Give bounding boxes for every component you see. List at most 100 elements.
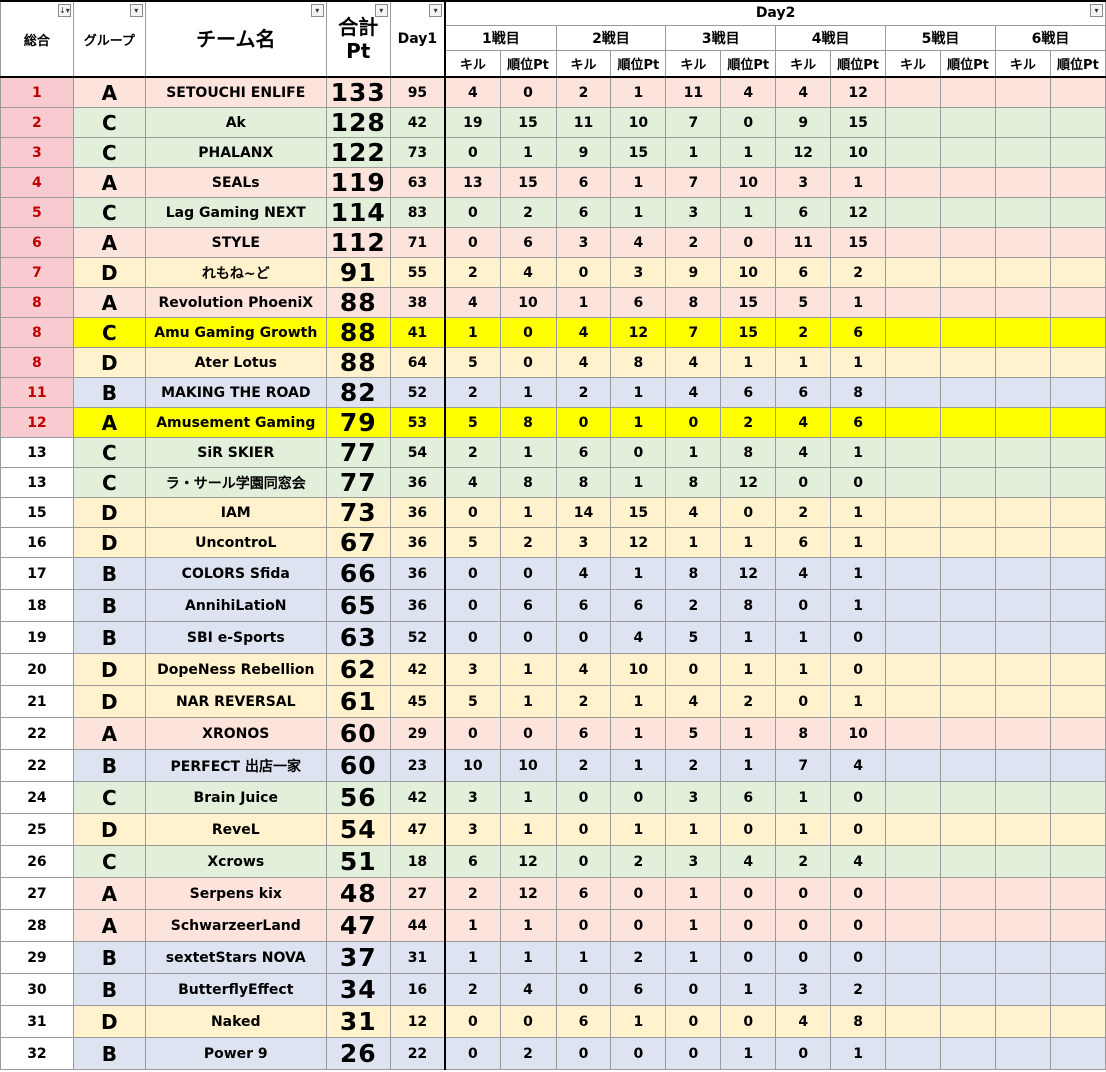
table-row: 16 D UncontroL 67 36 5 2 3 12 1 1 6 1	[0, 527, 1106, 558]
place-pt-cell	[1049, 527, 1106, 558]
kill-cell: 12	[775, 137, 832, 168]
kill-cell: 0	[444, 197, 501, 228]
kill-cell: 0	[775, 877, 832, 910]
table-row: 30 B ButterflyEffect 34 16 2 4 0 6 0 1 3 2	[0, 973, 1106, 1006]
place-pt-cell	[940, 1037, 996, 1070]
table-row: 6 A STYLE 112 71 0 6 3 4 2 0 11 15	[0, 227, 1106, 258]
total-pt-cell: 114	[325, 197, 391, 228]
place-pt-cell: 1	[499, 437, 557, 468]
total-pt-cell: 56	[325, 781, 391, 814]
team-name-cell: Revolution PhoeniX	[144, 287, 327, 318]
place-pt-cell: 12	[499, 845, 557, 878]
team-name-cell: Amu Gaming Growth	[144, 317, 327, 348]
kill-cell	[994, 347, 1051, 378]
place-pt-cell	[1049, 813, 1106, 846]
place-pt-cell: 0	[720, 877, 777, 910]
header-day2[interactable]: Day2 ▾	[444, 0, 1106, 26]
place-pt-cell	[1049, 347, 1106, 378]
header-rank[interactable]: 総合 ↓▾	[0, 0, 74, 78]
kill-cell	[994, 497, 1051, 528]
team-name-cell: XRONOS	[144, 717, 327, 750]
header-group[interactable]: グループ ▾	[72, 0, 146, 78]
kill-cell: 19	[444, 107, 501, 138]
header-battle-4: 4戦目	[775, 24, 887, 51]
header-day1[interactable]: Day1 ▾	[389, 0, 447, 78]
kill-cell: 6	[775, 377, 832, 408]
filter-dropdown-icon[interactable]: ▾	[129, 4, 143, 17]
kill-cell: 7	[665, 317, 722, 348]
filter-dropdown-icon[interactable]: ▾	[429, 4, 443, 17]
total-pt-cell: 119	[325, 167, 391, 198]
table-row: 28 A SchwarzeerLand 47 44 1 1 0 0 1 0 0 0	[0, 909, 1106, 942]
place-pt-cell: 1	[720, 527, 777, 558]
day1-pt-cell: 41	[389, 317, 447, 348]
sort-filter-icon[interactable]: ↓▾	[57, 4, 71, 17]
table-row: 8 D Ater Lotus 88 64 5 0 4 8 4 1 1 1	[0, 347, 1106, 378]
team-name-cell: Amusement Gaming	[144, 407, 327, 438]
place-pt-cell: 0	[830, 813, 887, 846]
kill-cell: 2	[775, 497, 832, 528]
kill-cell: 11	[665, 76, 722, 108]
kill-cell: 6	[555, 877, 612, 910]
kill-cell	[994, 877, 1051, 910]
kill-cell: 0	[775, 909, 832, 942]
filter-dropdown-icon[interactable]: ▾	[374, 4, 388, 17]
kill-cell	[885, 845, 941, 878]
kill-cell: 4	[775, 407, 832, 438]
kill-cell: 0	[555, 257, 612, 288]
kill-cell: 1	[775, 653, 832, 686]
kill-cell	[885, 227, 941, 258]
filter-dropdown-icon[interactable]: ▾	[310, 4, 324, 17]
place-pt-cell: 8	[499, 407, 557, 438]
header-total-pt[interactable]: 合計 Pt ▾	[325, 0, 391, 78]
table-row: 3 C PHALANX 122 73 0 1 9 15 1 1 12 10	[0, 137, 1106, 168]
kill-cell: 0	[665, 1037, 722, 1070]
place-pt-cell: 1	[499, 941, 557, 974]
kill-cell: 4	[444, 287, 501, 318]
kill-cell: 2	[444, 877, 501, 910]
kill-cell	[885, 107, 941, 138]
place-pt-cell: 15	[499, 107, 557, 138]
team-name-cell: IAM	[144, 497, 327, 528]
kill-cell: 3	[444, 653, 501, 686]
kill-cell: 1	[665, 437, 722, 468]
kill-cell: 0	[775, 589, 832, 622]
group-cell: D	[72, 347, 146, 378]
place-pt-cell	[940, 257, 996, 288]
kill-cell	[885, 167, 941, 198]
place-pt-cell	[940, 527, 996, 558]
day1-pt-cell: 45	[389, 685, 447, 718]
day1-pt-cell: 63	[389, 167, 447, 198]
kill-cell	[885, 347, 941, 378]
place-pt-cell: 15	[830, 227, 887, 258]
kill-cell: 8	[665, 467, 722, 498]
rank-cell: 1	[0, 76, 74, 108]
kill-cell: 0	[665, 653, 722, 686]
day1-pt-cell: 36	[389, 497, 447, 528]
kill-cell: 9	[665, 257, 722, 288]
group-cell: C	[72, 197, 146, 228]
filter-dropdown-icon[interactable]: ▾	[1090, 4, 1103, 17]
group-cell: D	[72, 257, 146, 288]
kill-cell: 1	[665, 813, 722, 846]
place-pt-cell: 0	[830, 909, 887, 942]
place-pt-cell	[940, 287, 996, 318]
group-cell: B	[72, 377, 146, 408]
kill-cell: 0	[444, 717, 501, 750]
kill-cell: 6	[555, 1005, 612, 1038]
rank-cell: 22	[0, 717, 74, 750]
place-pt-cell: 0	[720, 1005, 777, 1038]
place-pt-cell: 2	[610, 845, 667, 878]
rank-cell: 5	[0, 197, 74, 228]
place-pt-cell: 1	[610, 76, 667, 108]
place-pt-cell: 8	[610, 347, 667, 378]
header-kill: キル	[444, 49, 501, 78]
place-pt-cell	[940, 197, 996, 228]
kill-cell: 2	[555, 377, 612, 408]
place-pt-cell: 1	[720, 749, 777, 782]
total-pt-cell: 88	[325, 287, 391, 318]
group-cell: A	[72, 909, 146, 942]
kill-cell: 8	[555, 467, 612, 498]
place-pt-cell: 6	[499, 227, 557, 258]
header-team[interactable]: チーム名 ▾	[144, 0, 327, 78]
